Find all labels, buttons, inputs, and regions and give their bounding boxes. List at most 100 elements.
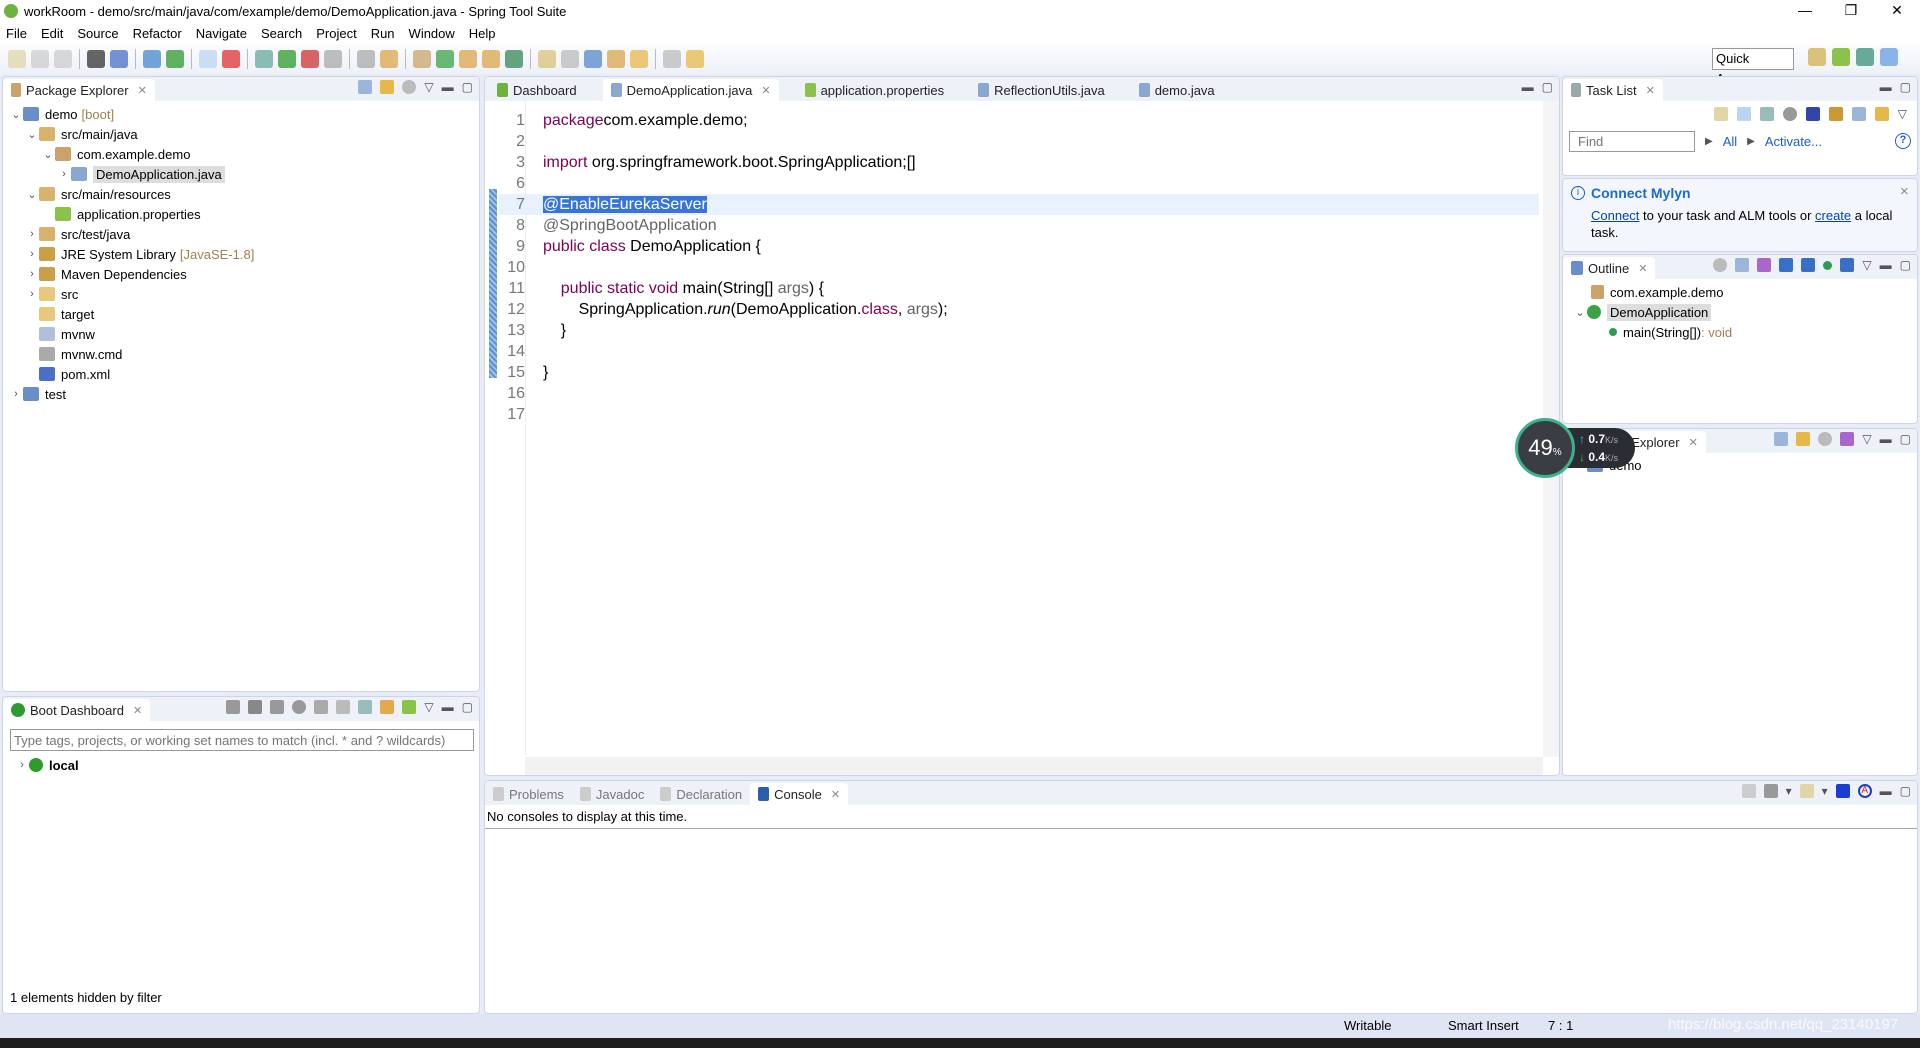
save-icon[interactable] xyxy=(31,50,49,68)
open-type-icon[interactable] xyxy=(459,50,477,68)
menu-source[interactable]: Source xyxy=(77,26,118,41)
close-icon[interactable]: ✕ xyxy=(133,704,142,717)
debug-icon[interactable] xyxy=(248,700,263,714)
minimize-icon[interactable]: ▬ xyxy=(442,80,454,94)
annotation-icon[interactable] xyxy=(538,50,556,68)
view-menu-icon[interactable]: ▽ xyxy=(424,700,433,714)
horizontal-scrollbar[interactable] xyxy=(525,757,1543,775)
outline-method[interactable]: main(String[]) : void xyxy=(1573,322,1917,342)
collapse-all-icon[interactable] xyxy=(358,80,373,94)
view-menu-icon[interactable]: ▽ xyxy=(424,80,433,94)
close-icon[interactable]: ✕ xyxy=(1638,262,1647,275)
open-perspective-icon[interactable] xyxy=(1808,48,1826,66)
minimize-icon[interactable]: ▬ xyxy=(1880,258,1892,272)
forward-icon[interactable] xyxy=(686,50,704,68)
close-button[interactable]: ✕ xyxy=(1874,0,1920,22)
view-menu-icon[interactable]: ▽ xyxy=(1898,107,1907,121)
tab-declaration[interactable]: Declaration xyxy=(652,783,750,805)
back-icon[interactable] xyxy=(663,50,681,68)
maximize-icon[interactable]: ▢ xyxy=(1900,784,1911,798)
categorized-icon[interactable] xyxy=(1736,107,1751,121)
highlight-icon[interactable] xyxy=(561,50,579,68)
tab-outline[interactable]: Outline ✕ xyxy=(1563,257,1656,279)
run-icon[interactable] xyxy=(278,50,296,68)
collapse-all-icon[interactable] xyxy=(1774,432,1789,446)
expand-toggle-icon[interactable]: › xyxy=(25,288,39,300)
view-menu-icon[interactable]: ▽ xyxy=(1862,432,1871,446)
close-icon[interactable]: ✕ xyxy=(831,788,840,801)
maximize-button[interactable]: ❐ xyxy=(1828,0,1874,22)
boot-filter-input[interactable] xyxy=(10,729,474,751)
menu-project[interactable]: Project xyxy=(316,26,356,41)
save-all-icon[interactable] xyxy=(54,50,72,68)
code-editor[interactable]: 1 packagecom.example.demo; 2 3 import org.sp… xyxy=(485,101,1559,775)
close-icon[interactable]: ✕ xyxy=(761,84,770,97)
tree-item[interactable]: ⌄ demo [boot] xyxy=(3,104,479,124)
open-browser-icon[interactable] xyxy=(292,700,307,714)
menu-edit[interactable]: Edit xyxy=(41,26,63,41)
collapse-icon[interactable]: ⌄ xyxy=(1573,306,1587,319)
close-icon[interactable]: ✕ xyxy=(138,84,147,97)
start-icon[interactable] xyxy=(226,700,241,714)
maximize-icon[interactable]: ▢ xyxy=(462,700,473,714)
close-icon[interactable]: ✕ xyxy=(1900,185,1909,198)
edit-icon[interactable] xyxy=(336,700,351,714)
view-menu-icon[interactable]: ▽ xyxy=(1862,258,1871,272)
tree-item[interactable]: mvnw.cmd xyxy=(3,344,479,364)
sort-icon[interactable] xyxy=(1757,258,1772,272)
expand-icon[interactable]: › xyxy=(15,759,29,771)
tab-boot-dashboard[interactable]: Boot Dashboard ✕ xyxy=(3,699,151,721)
expand-toggle-icon[interactable]: ⌄ xyxy=(25,188,39,201)
menu-run[interactable]: Run xyxy=(371,26,395,41)
tree-item[interactable]: mvnw xyxy=(3,324,479,344)
open-task-icon[interactable] xyxy=(357,50,375,68)
create-link[interactable]: create xyxy=(1815,208,1851,223)
minimize-button[interactable]: — xyxy=(1782,0,1828,22)
boot-icon[interactable] xyxy=(166,50,184,68)
editor-tab[interactable]: Dashboard xyxy=(489,79,585,101)
quick-access-input[interactable]: Quick Access xyxy=(1712,48,1794,86)
focus-icon[interactable] xyxy=(1818,432,1833,446)
tree-item[interactable]: › src/test/java xyxy=(3,224,479,244)
menu-refactor[interactable]: Refactor xyxy=(133,26,182,41)
hide-fields-icon[interactable] xyxy=(1779,258,1794,272)
pin-console-icon[interactable] xyxy=(1741,784,1756,798)
expand-toggle-icon[interactable]: › xyxy=(57,168,71,180)
network-speed-widget[interactable]: 49% ↑ 0.7K/s ↓ 0.4K/s xyxy=(1515,418,1635,478)
stop-icon[interactable] xyxy=(270,700,285,714)
tab-problems[interactable]: Problems xyxy=(485,783,572,805)
tree-item[interactable]: › DemoApplication.java xyxy=(3,164,479,184)
close-icon[interactable]: ✕ xyxy=(1646,84,1655,97)
outline-class[interactable]: ⌄ DemoApplication xyxy=(1573,302,1917,322)
menu-help[interactable]: Help xyxy=(469,26,496,41)
tree-item[interactable]: application.properties xyxy=(3,204,479,224)
spring-perspective-icon[interactable] xyxy=(1832,48,1850,66)
tree-item[interactable]: target xyxy=(3,304,479,324)
skip-breakpoints-icon[interactable] xyxy=(143,50,161,68)
hide-static-icon[interactable] xyxy=(1801,258,1816,272)
task-find-input[interactable] xyxy=(1569,131,1695,152)
hide-completed-icon[interactable] xyxy=(1805,107,1820,121)
tab-javadoc[interactable]: Javadoc xyxy=(572,783,652,805)
new-java-project-icon[interactable] xyxy=(380,50,398,68)
sort-icon[interactable] xyxy=(1840,432,1855,446)
console-log-icon[interactable] xyxy=(1835,784,1850,798)
hide-local-types-icon[interactable] xyxy=(1840,258,1855,272)
tree-item[interactable]: ⌄ com.example.demo xyxy=(3,144,479,164)
outline-package[interactable]: com.example.demo xyxy=(1573,282,1917,302)
connect-link[interactable]: Connect xyxy=(1591,208,1639,223)
tree-item[interactable]: › Maven Dependencies xyxy=(3,264,479,284)
close-icon[interactable]: ✕ xyxy=(1689,436,1698,449)
stop-icon[interactable] xyxy=(324,50,342,68)
minimize-icon[interactable]: ▬ xyxy=(1880,784,1892,798)
menu-window[interactable]: Window xyxy=(409,26,455,41)
expand-toggle-icon[interactable]: › xyxy=(25,248,39,260)
open-folder-icon[interactable] xyxy=(482,50,500,68)
expand-toggle-icon[interactable]: › xyxy=(25,268,39,280)
tree-item[interactable]: › JRE System Library [JavaSE-1.8] xyxy=(3,244,479,264)
java-perspective-icon[interactable] xyxy=(1880,48,1898,66)
toggle-icon[interactable] xyxy=(199,50,217,68)
tab-console[interactable]: Console ✕ xyxy=(750,783,849,805)
menu-file[interactable]: File xyxy=(6,26,27,41)
maximize-icon[interactable]: ▢ xyxy=(1900,258,1911,272)
